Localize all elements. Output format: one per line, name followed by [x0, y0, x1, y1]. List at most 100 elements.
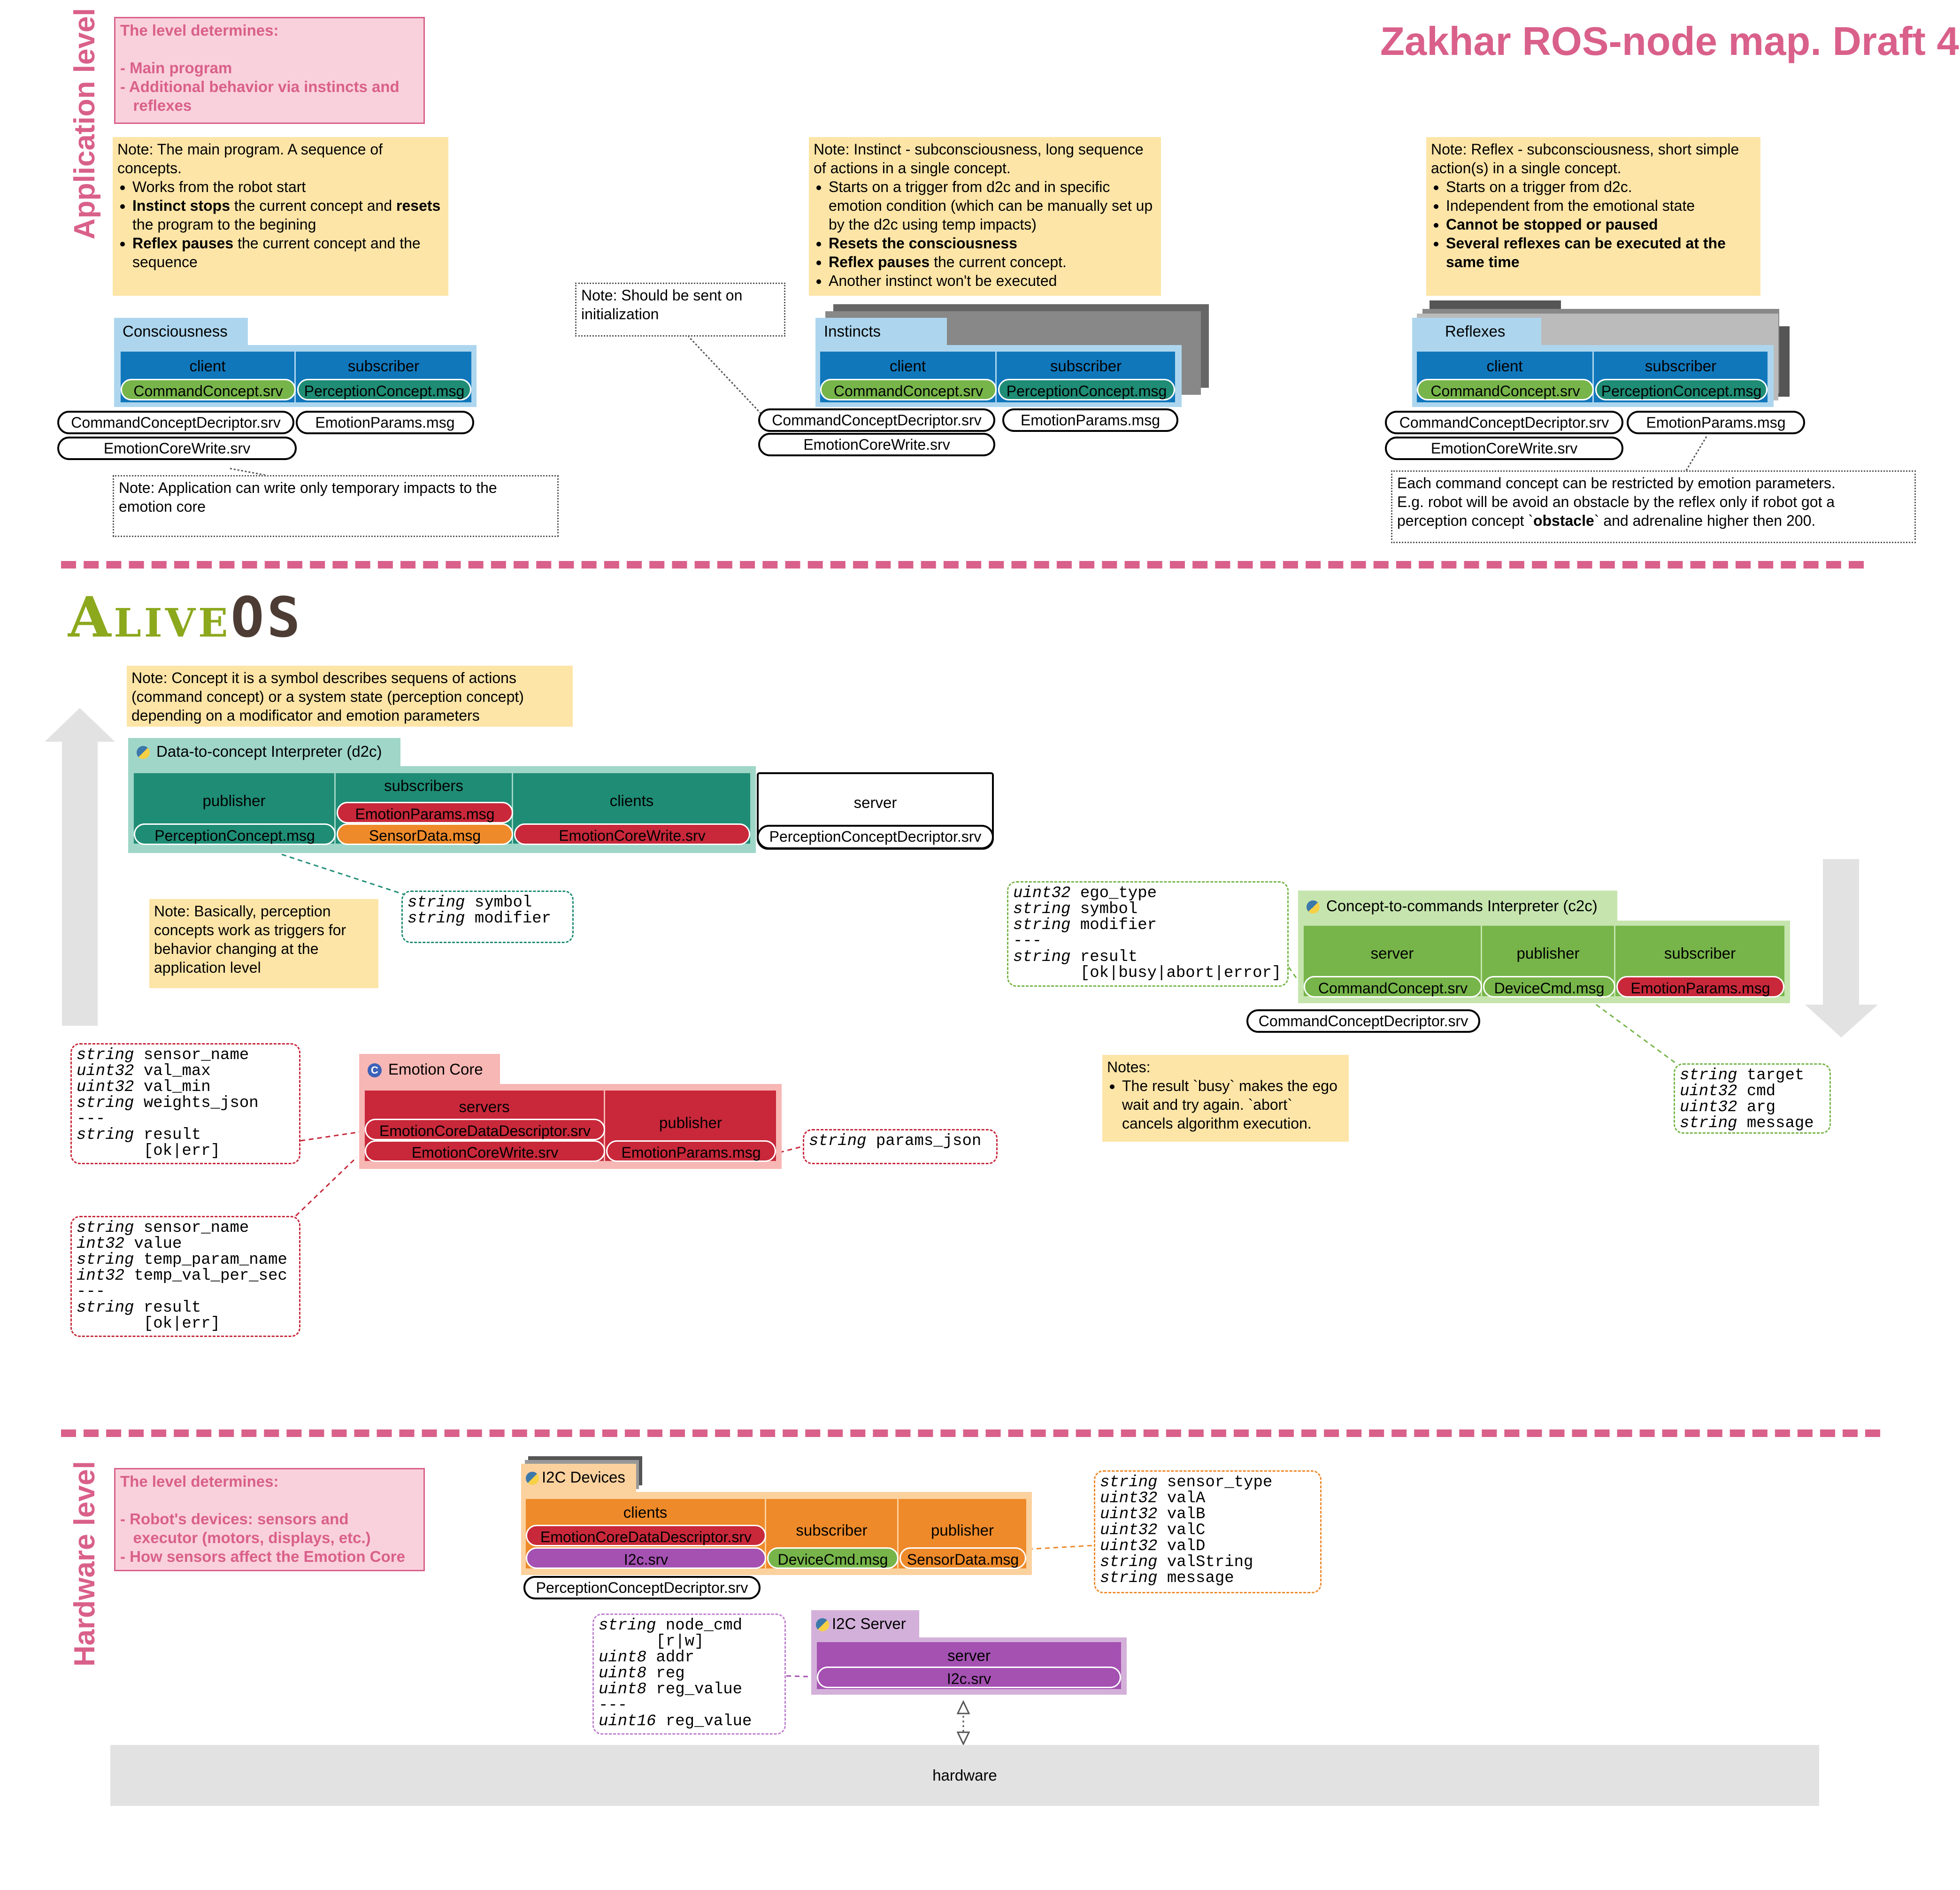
code-symbol-modifier: string symbol string modifier — [401, 891, 574, 943]
code-line: string node_cmd — [599, 1618, 780, 1634]
emotion-params-msg[interactable]: EmotionParams.msg — [1616, 976, 1784, 998]
code-type: string — [407, 894, 465, 912]
note-bullet: Cannot be stopped or paused — [1446, 215, 1756, 234]
emotion-core-write-srv[interactable]: EmotionCoreWrite.srv — [365, 1140, 605, 1162]
emotion-params-pill[interactable]: EmotionParams.msg — [296, 411, 474, 434]
code-line: uint32 val_min — [77, 1079, 294, 1095]
perception-concept-descriptor-srv[interactable]: PerceptionConceptDecriptor.srv — [757, 825, 994, 849]
emotion-params-pill[interactable]: EmotionParams.msg — [1002, 408, 1178, 432]
code-line: uint32 cmd — [1680, 1083, 1825, 1099]
command-concept-srv[interactable]: CommandConcept.srv — [1304, 976, 1482, 998]
emotion-core-data-descriptor-srv[interactable]: EmotionCoreDataDescriptor.srv — [526, 1525, 766, 1546]
note-text: E.g. robot will be avoid an obstacle by … — [1397, 493, 1835, 510]
code-command-concept: uint32 ego_type string symbol string modif… — [1007, 881, 1289, 987]
code-text: [ok|busy|abort|error] — [1013, 964, 1282, 982]
code-text: modifier — [465, 910, 552, 928]
command-concept-descriptor-pill[interactable]: CommandConceptDecriptor.srv — [57, 411, 294, 434]
python-icon — [526, 1472, 539, 1485]
code-line: string result — [77, 1127, 294, 1143]
code-line: string sensor_name — [77, 1220, 294, 1236]
sensor-data-msg[interactable]: SensorData.msg — [899, 1547, 1026, 1569]
code-line: --- — [77, 1284, 294, 1300]
code-line: --- — [77, 1111, 294, 1127]
connector-line — [1596, 1004, 1676, 1064]
emotion-core-write-srv[interactable]: EmotionCoreWrite.srv — [514, 823, 750, 845]
code-line: string target — [1680, 1068, 1825, 1083]
note-init: Note: Should be sent on initialization — [575, 283, 785, 337]
note-concept: Note: Concept it is a symbol describes s… — [127, 666, 573, 727]
instincts-tab: Instincts — [815, 318, 947, 346]
consciousness-node: Consciousness client subscriber CommandC… — [114, 318, 477, 407]
code-type: string — [77, 1299, 134, 1317]
emotion-params-msg[interactable]: EmotionParams.msg — [337, 802, 513, 823]
emotion-core-write-pill[interactable]: EmotionCoreWrite.srv — [758, 433, 995, 456]
code-text: message — [1157, 1569, 1234, 1587]
d2c-tab: Data-to-concept Interpreter (d2c) — [128, 738, 400, 767]
command-concept-srv[interactable]: CommandConcept.srv — [820, 379, 997, 400]
code-type: string — [77, 1046, 134, 1064]
note-bullet: Independent from the emotional state — [1446, 196, 1756, 215]
code-text: val_max — [134, 1062, 211, 1080]
code-text: result — [1070, 948, 1138, 966]
i2c-srv[interactable]: I2c.srv — [817, 1667, 1121, 1688]
emotion-core-write-pill[interactable]: EmotionCoreWrite.srv — [57, 437, 297, 460]
code-line: string weights_json — [77, 1095, 294, 1111]
code-type: uint32 — [1680, 1083, 1737, 1100]
code-write: string sensor_name int32 value string temp… — [70, 1216, 300, 1337]
note-bullet: Instinct stops the current concept and r… — [132, 196, 444, 234]
code-text: addr — [646, 1649, 695, 1667]
perception-concept-msg[interactable]: PerceptionConcept.msg — [297, 379, 471, 400]
code-type: uint8 — [599, 1681, 647, 1698]
down-arrow — [1805, 859, 1878, 1037]
command-concept-srv[interactable]: CommandConcept.srv — [121, 379, 296, 400]
code-type: uint8 — [599, 1649, 647, 1667]
reflexes-node: Reflexes client subscriber CommandConcep… — [1412, 318, 1774, 407]
code-line: string sensor_type — [1100, 1475, 1315, 1490]
code-text: modifier — [1070, 916, 1157, 934]
emotion-params-pill[interactable]: EmotionParams.msg — [1627, 411, 1805, 434]
emotion-core-write-pill[interactable]: EmotionCoreWrite.srv — [1385, 437, 1623, 460]
command-concept-descriptor-pill[interactable]: CommandConceptDecriptor.srv — [758, 408, 995, 432]
emotion-params-msg[interactable]: EmotionParams.msg — [606, 1140, 776, 1162]
python-icon — [816, 1618, 829, 1632]
device-cmd-msg[interactable]: DeviceCmd.msg — [1483, 976, 1615, 998]
code-line: uint32 valA — [1100, 1490, 1315, 1506]
code-type: uint8 — [599, 1665, 647, 1683]
i2c-devices-tab: I2C Devices — [521, 1464, 636, 1493]
code-type: string — [1100, 1569, 1158, 1587]
command-concept-srv[interactable]: CommandConcept.srv — [1417, 379, 1594, 400]
code-params: string params_json — [803, 1129, 998, 1164]
code-text: val_min — [134, 1078, 211, 1096]
code-type: string — [1013, 916, 1071, 934]
note-bullet: Reflex pauses the current concept and th… — [132, 234, 444, 271]
code-line: [ok|err] — [77, 1316, 294, 1332]
code-type: string — [77, 1094, 134, 1112]
command-concept-descriptor-pill[interactable]: CommandConceptDecriptor.srv — [1385, 411, 1623, 434]
code-type: string — [77, 1126, 134, 1144]
code-text: params_json — [866, 1132, 982, 1150]
note-bullet: Starts on a trigger from d2c. — [1446, 177, 1756, 196]
code-text: valC — [1157, 1521, 1206, 1539]
sensor-data-msg[interactable]: SensorData.msg — [337, 823, 513, 845]
device-cmd-msg[interactable]: DeviceCmd.msg — [767, 1547, 899, 1569]
code-type: string — [1680, 1114, 1737, 1132]
note-restrict: Each command concept can be restricted b… — [1391, 470, 1916, 543]
perception-concept-msg[interactable]: PerceptionConcept.msg — [1595, 379, 1768, 400]
i2c-devices-node: I2C Devices clients subscriber publisher… — [521, 1464, 1032, 1575]
command-concept-descriptor-pill[interactable]: CommandConceptDecriptor.srv — [1246, 1009, 1480, 1033]
code-line: string message — [1680, 1115, 1825, 1131]
emotion-core-data-descriptor-srv[interactable]: EmotionCoreDataDescriptor.srv — [365, 1119, 605, 1140]
code-type: uint32 — [1100, 1537, 1158, 1555]
perception-concept-msg[interactable]: PerceptionConcept.msg — [134, 823, 336, 845]
note-bullet: The result `busy` makes the ego wait and… — [1122, 1076, 1344, 1133]
code-type: string — [1680, 1067, 1737, 1084]
code-text: symbol — [1070, 900, 1138, 918]
note-text: perception concept `obstacle` and adrena… — [1397, 512, 1816, 529]
i2c-srv[interactable]: I2c.srv — [526, 1547, 766, 1569]
note-text: Note: Reflex - subconsciousness, short s… — [1431, 141, 1739, 177]
perception-concept-descriptor-srv[interactable]: PerceptionConceptDecriptor.srv — [523, 1576, 761, 1599]
code-line: [r|w] — [599, 1634, 780, 1650]
d2c-node: Data-to-concept Interpreter (d2c) publis… — [128, 738, 756, 853]
note-text: Note: The main program. A sequence of co… — [117, 141, 383, 177]
perception-concept-msg[interactable]: PerceptionConcept.msg — [998, 379, 1175, 400]
